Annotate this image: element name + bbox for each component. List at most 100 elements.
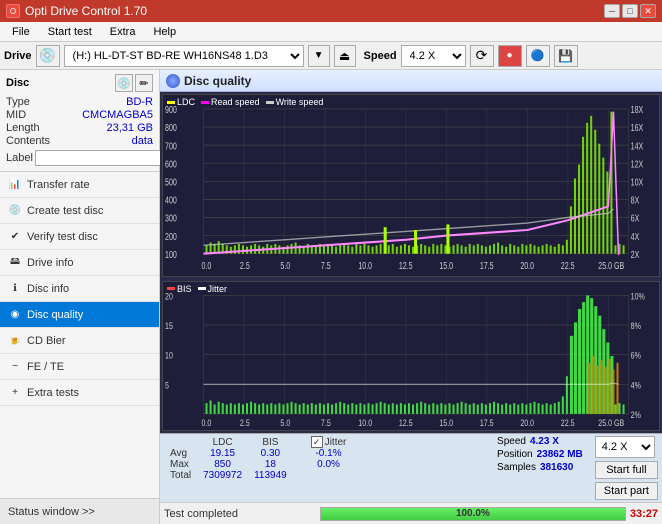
disc-mid-key: MID [6, 109, 26, 121]
svg-text:400: 400 [165, 194, 177, 205]
legend-jitter-dot [198, 287, 206, 290]
status-window-button[interactable]: Status window >> [0, 498, 159, 524]
drive-action-1[interactable]: ● [498, 45, 522, 67]
menu-file[interactable]: File [4, 24, 38, 40]
col-jitter-header: ✓ Jitter [305, 436, 353, 448]
svg-text:2X: 2X [631, 249, 640, 260]
main-layout: Disc 💿 ✏ Type BD-R MID CMCMAGBA5 Length … [0, 70, 662, 524]
svg-text:25.0 GB: 25.0 GB [598, 260, 624, 271]
speed-position-section: Speed 4.23 X Position 23862 MB Samples 3… [497, 436, 583, 473]
speed-select[interactable]: 4.2 X 2.0 X 4.0 X 6.0 X [401, 45, 466, 67]
speed-icon-1[interactable]: ⟳ [470, 45, 494, 67]
sidebar-item-label: Extra tests [27, 387, 79, 399]
disc-section: Disc 💿 ✏ Type BD-R MID CMCMAGBA5 Length … [0, 70, 159, 172]
sidebar-item-create-test-disc[interactable]: 💿 Create test disc [0, 198, 159, 224]
chart1-legend: LDC Read speed Write speed [167, 97, 323, 107]
menu-start-test[interactable]: Start test [40, 24, 100, 40]
speed-stat-val: 4.23 X [530, 436, 559, 447]
svg-text:600: 600 [165, 158, 177, 169]
disc-quality-header: Disc quality [160, 70, 662, 92]
speed-dropdown[interactable]: 4.2 X 2.0 X 6.0 X [595, 436, 655, 458]
disc-section-title: Disc [6, 77, 29, 89]
svg-text:10%: 10% [631, 290, 646, 301]
jitter-checkbox[interactable]: ✓ [311, 436, 323, 448]
legend-ldc-dot [167, 101, 175, 104]
chart-ldc: LDC Read speed Write speed [162, 94, 660, 277]
sidebar-item-cd-bier[interactable]: 🍺 CD Bier [0, 328, 159, 354]
chart2-svg: 20 15 10 5 10% 8% 6% 4% 2% 0.0 2.5 5.0 7… [163, 282, 659, 430]
svg-text:0.0: 0.0 [201, 260, 211, 271]
create-test-disc-icon: 💿 [8, 204, 22, 218]
avg-bis: 0.30 [248, 448, 293, 459]
total-ldc: 7309972 [197, 470, 248, 481]
disc-quality-header-icon [166, 74, 180, 88]
legend-read-speed: Read speed [201, 97, 260, 107]
svg-text:300: 300 [165, 213, 177, 224]
samples-val: 381630 [540, 462, 573, 473]
svg-text:2%: 2% [631, 409, 642, 420]
sidebar: Disc 💿 ✏ Type BD-R MID CMCMAGBA5 Length … [0, 70, 160, 524]
svg-text:4%: 4% [631, 379, 642, 390]
save-button[interactable]: 💾 [554, 45, 578, 67]
svg-text:16X: 16X [631, 122, 644, 133]
row-max-label: Max [164, 459, 197, 470]
legend-read-dot [201, 101, 209, 104]
disc-icon-btn[interactable]: 💿 [115, 74, 133, 92]
sidebar-item-extra-tests[interactable]: + Extra tests [0, 380, 159, 406]
svg-text:7.5: 7.5 [321, 417, 331, 428]
svg-text:7.5: 7.5 [321, 260, 331, 271]
start-part-button[interactable]: Start part [595, 482, 658, 500]
disc-edit-btn[interactable]: ✏ [135, 74, 153, 92]
label-input[interactable] [35, 150, 173, 166]
svg-text:10.0: 10.0 [358, 417, 372, 428]
legend-ldc: LDC [167, 97, 195, 107]
sidebar-item-label: Verify test disc [27, 231, 98, 243]
menu-extra[interactable]: Extra [102, 24, 144, 40]
drive-action-2[interactable]: 🔵 [526, 45, 550, 67]
sidebar-item-label: CD Bier [27, 335, 66, 347]
svg-text:20.0: 20.0 [520, 417, 534, 428]
sidebar-item-label: FE / TE [27, 361, 64, 373]
sidebar-item-disc-info[interactable]: ℹ Disc info [0, 276, 159, 302]
disc-contents-val: data [132, 135, 153, 147]
stats-bar: LDC BIS ✓ Jitter Avg 19.15 0. [160, 433, 662, 502]
svg-text:10.0: 10.0 [358, 260, 372, 271]
drive-select[interactable]: (H:) HL-DT-ST BD-RE WH16NS48 1.D3 [64, 45, 304, 67]
svg-text:8X: 8X [631, 194, 640, 205]
svg-text:15.0: 15.0 [439, 260, 453, 271]
sidebar-item-disc-quality[interactable]: ◉ Disc quality [0, 302, 159, 328]
disc-length-val: 23,31 GB [107, 122, 153, 134]
sidebar-item-label: Drive info [27, 257, 73, 269]
drive-eject-button[interactable]: ⏏ [334, 45, 356, 67]
svg-text:6%: 6% [631, 350, 642, 361]
stats-table: LDC BIS ✓ Jitter Avg 19.15 0. [164, 436, 489, 481]
row-total-label: Total [164, 470, 197, 481]
close-button[interactable]: ✕ [640, 4, 656, 18]
sidebar-item-transfer-rate[interactable]: 📊 Transfer rate [0, 172, 159, 198]
progress-bar-container: 100.0% [320, 507, 626, 521]
svg-text:0.0: 0.0 [201, 417, 211, 428]
maximize-button[interactable]: □ [622, 4, 638, 18]
fe-te-icon: ~ [8, 360, 22, 374]
menu-help[interactable]: Help [145, 24, 184, 40]
disc-label-key: Label [6, 152, 33, 164]
start-full-button[interactable]: Start full [595, 461, 658, 479]
svg-text:22.5: 22.5 [561, 417, 575, 428]
chart-bis: BIS Jitter [162, 281, 660, 431]
svg-text:18X: 18X [631, 104, 644, 115]
drive-eject-icon: 💿 [36, 45, 60, 67]
position-label: Position [497, 449, 533, 460]
drive-refresh-button[interactable]: ▼ [308, 45, 330, 67]
max-ldc: 850 [197, 459, 248, 470]
sidebar-item-drive-info[interactable]: 🖴 Drive info [0, 250, 159, 276]
status-window-label: Status window >> [8, 506, 95, 518]
title-bar: O Opti Drive Control 1.70 ─ □ ✕ [0, 0, 662, 22]
svg-text:20.0: 20.0 [520, 260, 534, 271]
minimize-button[interactable]: ─ [604, 4, 620, 18]
max-jitter: 0.0% [305, 459, 353, 470]
svg-text:8%: 8% [631, 320, 642, 331]
sidebar-item-fe-te[interactable]: ~ FE / TE [0, 354, 159, 380]
sidebar-item-verify-test-disc[interactable]: ✔ Verify test disc [0, 224, 159, 250]
chart1-svg: 900 800 700 600 500 400 300 200 100 18X … [163, 95, 659, 276]
disc-length-key: Length [6, 122, 40, 134]
